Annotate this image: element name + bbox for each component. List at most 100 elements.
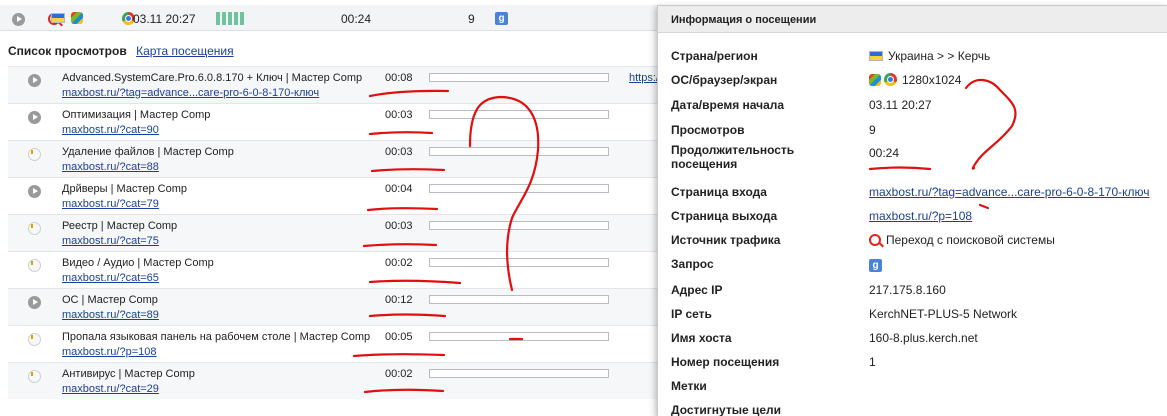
info-value-container: KerchNET-PLUS-5 Network — [869, 307, 1017, 321]
page-title: Реестр | Мастер Comp — [62, 220, 178, 232]
info-value: 00:24 — [869, 146, 900, 160]
info-value-container: 1280x1024 — [869, 73, 961, 87]
page-duration: 00:08 — [385, 72, 413, 84]
info-label: Страна/регион — [671, 49, 758, 63]
google-icon: g — [869, 259, 882, 272]
duration-bar — [429, 332, 609, 341]
visit-info-panel: Информация о посещении Страна/регион Укра… — [657, 5, 1167, 416]
page-view-row[interactable]: Оптимизация | Мастер Comp maxbost.ru/?cat… — [8, 103, 660, 140]
page-view-row[interactable]: Антивирус | Мастер Comp maxbost.ru/?cat=2… — [8, 362, 660, 399]
page-view-row[interactable]: ОС | Мастер Comp maxbost.ru/?cat=89 00:12 — [8, 288, 660, 325]
page-duration: 00:02 — [385, 257, 413, 269]
page-view-row[interactable]: Дрйверы | Мастер Comp maxbost.ru/?cat=79 0… — [8, 177, 660, 214]
info-value: 1280x1024 — [902, 73, 962, 87]
page-url-link[interactable]: maxbost.ru/?cat=75 — [62, 235, 159, 247]
info-label: Источник трафика — [671, 233, 781, 247]
page-title: Пропала языковая панель на рабочем столе… — [62, 331, 371, 343]
duration-bar — [429, 369, 609, 378]
info-label: Метки — [671, 379, 707, 393]
search-source-icon — [869, 234, 881, 246]
page-title: Антивирус | Мастер Comp — [62, 368, 195, 380]
info-value-container: 1 — [869, 355, 876, 369]
info-label: Страница выхода — [671, 209, 778, 223]
page-title: Оптимизация | Мастер Comp — [62, 109, 211, 121]
info-value-container: 00:24 — [869, 146, 899, 160]
page-view-row[interactable]: Удаление файлов | Мастер Comp maxbost.ru/… — [8, 140, 660, 177]
info-value: 9 — [869, 123, 876, 137]
duration-bar — [429, 73, 609, 82]
play-icon[interactable] — [12, 13, 25, 26]
info-label: ОС/браузер/экран — [671, 73, 778, 87]
page-marker-icon — [28, 222, 41, 235]
page-marker-icon — [28, 259, 41, 272]
page-url-link[interactable]: maxbost.ru/?cat=90 — [62, 124, 159, 136]
info-value-container: 160-8.plus.kerch.net — [869, 331, 978, 345]
info-label: IP сеть — [671, 307, 712, 321]
info-value: KerchNET-PLUS-5 Network — [869, 307, 1018, 321]
info-value-container: g — [869, 257, 882, 272]
page-marker-icon — [28, 333, 41, 346]
info-label: Просмотров — [671, 123, 745, 137]
info-label: Дата/время начала — [671, 98, 785, 112]
page-title: Дрйверы | Мастер Comp — [62, 183, 187, 195]
page-duration: 00:03 — [385, 220, 413, 232]
play-icon[interactable] — [28, 185, 41, 198]
windows-icon — [869, 74, 881, 86]
page-url-link[interactable]: maxbost.ru/?cat=29 — [62, 383, 159, 395]
windows-icon — [71, 12, 83, 24]
page-view-row[interactable]: Видео / Аудио | Мастер Comp maxbost.ru/?c… — [8, 251, 660, 288]
play-icon[interactable] — [28, 296, 41, 309]
info-label: Достигнутые цели — [671, 403, 782, 416]
duration-bar — [429, 147, 609, 156]
page-view-row[interactable]: Пропала языковая панель на рабочем столе… — [8, 325, 660, 362]
duration-bar — [429, 295, 609, 304]
google-icon: g — [495, 12, 508, 25]
info-value: Переход с поисковой системы — [886, 233, 1055, 247]
visit-datetime: 03.11 20:27 — [133, 12, 196, 26]
info-label: Адрес IP — [671, 283, 723, 297]
page-duration: 00:03 — [385, 109, 413, 121]
duration-bar — [429, 258, 609, 267]
ukraine-flag-icon — [869, 51, 883, 61]
tab-views-list[interactable]: Список просмотров — [8, 44, 127, 58]
page-url-link[interactable]: maxbost.ru/?cat=89 — [62, 309, 159, 321]
chrome-icon — [884, 73, 897, 86]
page-duration: 00:03 — [385, 146, 413, 158]
page-view-row[interactable]: Advanced.SystemCare.Pro.6.0.8.170 + Ключ… — [8, 66, 662, 103]
page-url-link[interactable]: maxbost.ru/?tag=advance...care-pro-6-0-8… — [62, 87, 319, 99]
duration-bar — [429, 221, 609, 230]
page-url-link[interactable]: maxbost.ru/?cat=79 — [62, 198, 159, 210]
info-label: Номер посещения — [671, 355, 780, 369]
activity-bars-icon — [216, 12, 244, 25]
page-view-row[interactable]: Реестр | Мастер Comp maxbost.ru/?cat=75 00… — [8, 214, 660, 251]
page-marker-icon — [28, 370, 41, 383]
info-label: Запрос — [671, 257, 714, 271]
info-value-container: 9 — [869, 123, 876, 137]
info-value: 217.175.8.160 — [869, 283, 946, 297]
info-label: Имя хоста — [671, 331, 732, 345]
info-value: 160-8.plus.kerch.net — [869, 331, 978, 345]
panel-title: Информация о посещении — [658, 6, 1167, 33]
info-value: 1 — [869, 355, 876, 369]
play-icon[interactable] — [28, 74, 41, 87]
info-label: Продолжительность посещения — [671, 143, 795, 171]
info-link[interactable]: maxbost.ru/?p=108 — [869, 209, 972, 223]
info-value-container: maxbost.ru/?tag=advance...care-pro-6-0-8… — [869, 185, 1150, 199]
duration-bar — [429, 110, 609, 119]
duration-bar — [429, 184, 609, 193]
info-value-container: Украина > > Керчь — [869, 49, 990, 63]
page-marker-icon — [28, 148, 41, 161]
visit-summary-row[interactable]: 03.11 20:27 00:24 9 g — [0, 5, 660, 31]
info-label: Страница входа — [671, 185, 767, 199]
info-value: 03.11 20:27 — [869, 98, 932, 112]
views-tabs: Список просмотров Карта посещения — [8, 44, 234, 58]
play-icon[interactable] — [28, 111, 41, 124]
info-link[interactable]: maxbost.ru/?tag=advance...care-pro-6-0-8… — [869, 185, 1150, 199]
page-url-link[interactable]: maxbost.ru/?cat=88 — [62, 161, 159, 173]
page-url-link[interactable]: maxbost.ru/?cat=65 — [62, 272, 159, 284]
page-views-list: Advanced.SystemCare.Pro.6.0.8.170 + Ключ… — [8, 66, 662, 399]
visit-page-count: 9 — [468, 12, 475, 26]
page-url-link[interactable]: maxbost.ru/?p=108 — [62, 346, 156, 358]
tab-visit-map[interactable]: Карта посещения — [136, 44, 234, 58]
info-value: Украина > > Керчь — [888, 49, 991, 63]
